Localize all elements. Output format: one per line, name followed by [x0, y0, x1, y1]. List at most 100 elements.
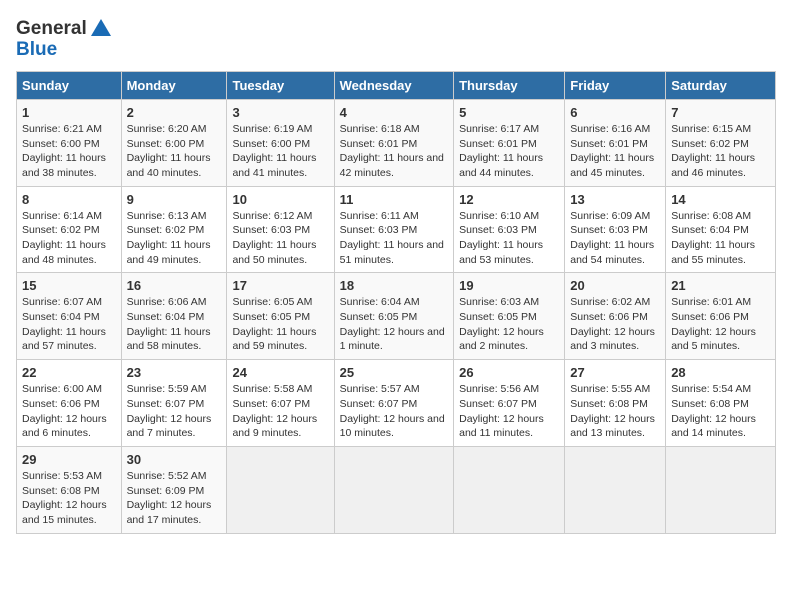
day-number: 22	[22, 365, 116, 380]
calendar-cell	[666, 446, 776, 533]
day-info: Sunrise: 5:54 AM Sunset: 6:08 PM Dayligh…	[671, 382, 770, 441]
day-number: 28	[671, 365, 770, 380]
day-number: 9	[127, 192, 222, 207]
day-number: 29	[22, 452, 116, 467]
day-number: 5	[459, 105, 559, 120]
day-info: Sunrise: 6:06 AM Sunset: 6:04 PM Dayligh…	[127, 295, 222, 354]
calendar-cell: 9 Sunrise: 6:13 AM Sunset: 6:02 PM Dayli…	[121, 186, 227, 273]
day-info: Sunrise: 6:20 AM Sunset: 6:00 PM Dayligh…	[127, 122, 222, 181]
day-info: Sunrise: 5:59 AM Sunset: 6:07 PM Dayligh…	[127, 382, 222, 441]
calendar-cell: 10 Sunrise: 6:12 AM Sunset: 6:03 PM Dayl…	[227, 186, 334, 273]
day-number: 17	[232, 278, 328, 293]
calendar-cell: 23 Sunrise: 5:59 AM Sunset: 6:07 PM Dayl…	[121, 360, 227, 447]
calendar-cell: 18 Sunrise: 6:04 AM Sunset: 6:05 PM Dayl…	[334, 273, 454, 360]
calendar-week-row: 22 Sunrise: 6:00 AM Sunset: 6:06 PM Dayl…	[17, 360, 776, 447]
day-number: 27	[570, 365, 660, 380]
day-info: Sunrise: 5:55 AM Sunset: 6:08 PM Dayligh…	[570, 382, 660, 441]
calendar-cell: 6 Sunrise: 6:16 AM Sunset: 6:01 PM Dayli…	[565, 99, 666, 186]
calendar-cell: 28 Sunrise: 5:54 AM Sunset: 6:08 PM Dayl…	[666, 360, 776, 447]
calendar-cell: 11 Sunrise: 6:11 AM Sunset: 6:03 PM Dayl…	[334, 186, 454, 273]
calendar-body: 1 Sunrise: 6:21 AM Sunset: 6:00 PM Dayli…	[17, 99, 776, 533]
day-info: Sunrise: 6:16 AM Sunset: 6:01 PM Dayligh…	[570, 122, 660, 181]
day-number: 19	[459, 278, 559, 293]
calendar-cell: 14 Sunrise: 6:08 AM Sunset: 6:04 PM Dayl…	[666, 186, 776, 273]
day-info: Sunrise: 6:05 AM Sunset: 6:05 PM Dayligh…	[232, 295, 328, 354]
calendar-cell	[454, 446, 565, 533]
calendar-cell: 25 Sunrise: 5:57 AM Sunset: 6:07 PM Dayl…	[334, 360, 454, 447]
day-info: Sunrise: 6:15 AM Sunset: 6:02 PM Dayligh…	[671, 122, 770, 181]
calendar-cell: 20 Sunrise: 6:02 AM Sunset: 6:06 PM Dayl…	[565, 273, 666, 360]
weekday-header-thursday: Thursday	[454, 71, 565, 99]
calendar-cell: 19 Sunrise: 6:03 AM Sunset: 6:05 PM Dayl…	[454, 273, 565, 360]
weekday-header-sunday: Sunday	[17, 71, 122, 99]
day-info: Sunrise: 6:14 AM Sunset: 6:02 PM Dayligh…	[22, 209, 116, 268]
calendar-cell: 5 Sunrise: 6:17 AM Sunset: 6:01 PM Dayli…	[454, 99, 565, 186]
calendar-cell: 13 Sunrise: 6:09 AM Sunset: 6:03 PM Dayl…	[565, 186, 666, 273]
calendar-cell: 26 Sunrise: 5:56 AM Sunset: 6:07 PM Dayl…	[454, 360, 565, 447]
day-info: Sunrise: 6:02 AM Sunset: 6:06 PM Dayligh…	[570, 295, 660, 354]
day-number: 10	[232, 192, 328, 207]
calendar-cell: 12 Sunrise: 6:10 AM Sunset: 6:03 PM Dayl…	[454, 186, 565, 273]
day-number: 26	[459, 365, 559, 380]
day-info: Sunrise: 6:13 AM Sunset: 6:02 PM Dayligh…	[127, 209, 222, 268]
day-info: Sunrise: 6:11 AM Sunset: 6:03 PM Dayligh…	[340, 209, 449, 268]
day-number: 30	[127, 452, 222, 467]
calendar-cell	[227, 446, 334, 533]
weekday-header-tuesday: Tuesday	[227, 71, 334, 99]
calendar-cell	[334, 446, 454, 533]
day-number: 21	[671, 278, 770, 293]
day-info: Sunrise: 6:10 AM Sunset: 6:03 PM Dayligh…	[459, 209, 559, 268]
day-info: Sunrise: 5:52 AM Sunset: 6:09 PM Dayligh…	[127, 469, 222, 528]
day-number: 18	[340, 278, 449, 293]
day-number: 14	[671, 192, 770, 207]
day-number: 4	[340, 105, 449, 120]
weekday-header-wednesday: Wednesday	[334, 71, 454, 99]
day-info: Sunrise: 6:03 AM Sunset: 6:05 PM Dayligh…	[459, 295, 559, 354]
day-number: 2	[127, 105, 222, 120]
calendar-cell: 16 Sunrise: 6:06 AM Sunset: 6:04 PM Dayl…	[121, 273, 227, 360]
day-number: 7	[671, 105, 770, 120]
calendar-cell: 21 Sunrise: 6:01 AM Sunset: 6:06 PM Dayl…	[666, 273, 776, 360]
day-number: 15	[22, 278, 116, 293]
calendar-cell: 24 Sunrise: 5:58 AM Sunset: 6:07 PM Dayl…	[227, 360, 334, 447]
day-info: Sunrise: 5:56 AM Sunset: 6:07 PM Dayligh…	[459, 382, 559, 441]
calendar-cell: 17 Sunrise: 6:05 AM Sunset: 6:05 PM Dayl…	[227, 273, 334, 360]
calendar-table: SundayMondayTuesdayWednesdayThursdayFrid…	[16, 71, 776, 534]
logo-blue: Blue	[16, 40, 114, 61]
calendar-cell: 4 Sunrise: 6:18 AM Sunset: 6:01 PM Dayli…	[334, 99, 454, 186]
calendar-cell: 29 Sunrise: 5:53 AM Sunset: 6:08 PM Dayl…	[17, 446, 122, 533]
day-number: 11	[340, 192, 449, 207]
day-info: Sunrise: 6:12 AM Sunset: 6:03 PM Dayligh…	[232, 209, 328, 268]
calendar-week-row: 1 Sunrise: 6:21 AM Sunset: 6:00 PM Dayli…	[17, 99, 776, 186]
calendar-week-row: 29 Sunrise: 5:53 AM Sunset: 6:08 PM Dayl…	[17, 446, 776, 533]
day-info: Sunrise: 6:19 AM Sunset: 6:00 PM Dayligh…	[232, 122, 328, 181]
logo-icon	[88, 16, 114, 42]
calendar-cell: 30 Sunrise: 5:52 AM Sunset: 6:09 PM Dayl…	[121, 446, 227, 533]
calendar-header-row: SundayMondayTuesdayWednesdayThursdayFrid…	[17, 71, 776, 99]
weekday-header-friday: Friday	[565, 71, 666, 99]
day-info: Sunrise: 6:08 AM Sunset: 6:04 PM Dayligh…	[671, 209, 770, 268]
calendar-cell: 2 Sunrise: 6:20 AM Sunset: 6:00 PM Dayli…	[121, 99, 227, 186]
day-info: Sunrise: 5:57 AM Sunset: 6:07 PM Dayligh…	[340, 382, 449, 441]
day-info: Sunrise: 6:00 AM Sunset: 6:06 PM Dayligh…	[22, 382, 116, 441]
day-number: 20	[570, 278, 660, 293]
day-number: 13	[570, 192, 660, 207]
weekday-header-monday: Monday	[121, 71, 227, 99]
calendar-cell	[565, 446, 666, 533]
calendar-cell: 1 Sunrise: 6:21 AM Sunset: 6:00 PM Dayli…	[17, 99, 122, 186]
day-info: Sunrise: 6:18 AM Sunset: 6:01 PM Dayligh…	[340, 122, 449, 181]
calendar-cell: 15 Sunrise: 6:07 AM Sunset: 6:04 PM Dayl…	[17, 273, 122, 360]
day-info: Sunrise: 6:07 AM Sunset: 6:04 PM Dayligh…	[22, 295, 116, 354]
day-number: 3	[232, 105, 328, 120]
day-info: Sunrise: 5:58 AM Sunset: 6:07 PM Dayligh…	[232, 382, 328, 441]
day-info: Sunrise: 6:04 AM Sunset: 6:05 PM Dayligh…	[340, 295, 449, 354]
calendar-cell: 7 Sunrise: 6:15 AM Sunset: 6:02 PM Dayli…	[666, 99, 776, 186]
calendar-cell: 3 Sunrise: 6:19 AM Sunset: 6:00 PM Dayli…	[227, 99, 334, 186]
day-number: 8	[22, 192, 116, 207]
day-number: 25	[340, 365, 449, 380]
day-number: 23	[127, 365, 222, 380]
day-number: 12	[459, 192, 559, 207]
calendar-cell: 22 Sunrise: 6:00 AM Sunset: 6:06 PM Dayl…	[17, 360, 122, 447]
calendar-week-row: 15 Sunrise: 6:07 AM Sunset: 6:04 PM Dayl…	[17, 273, 776, 360]
calendar-week-row: 8 Sunrise: 6:14 AM Sunset: 6:02 PM Dayli…	[17, 186, 776, 273]
